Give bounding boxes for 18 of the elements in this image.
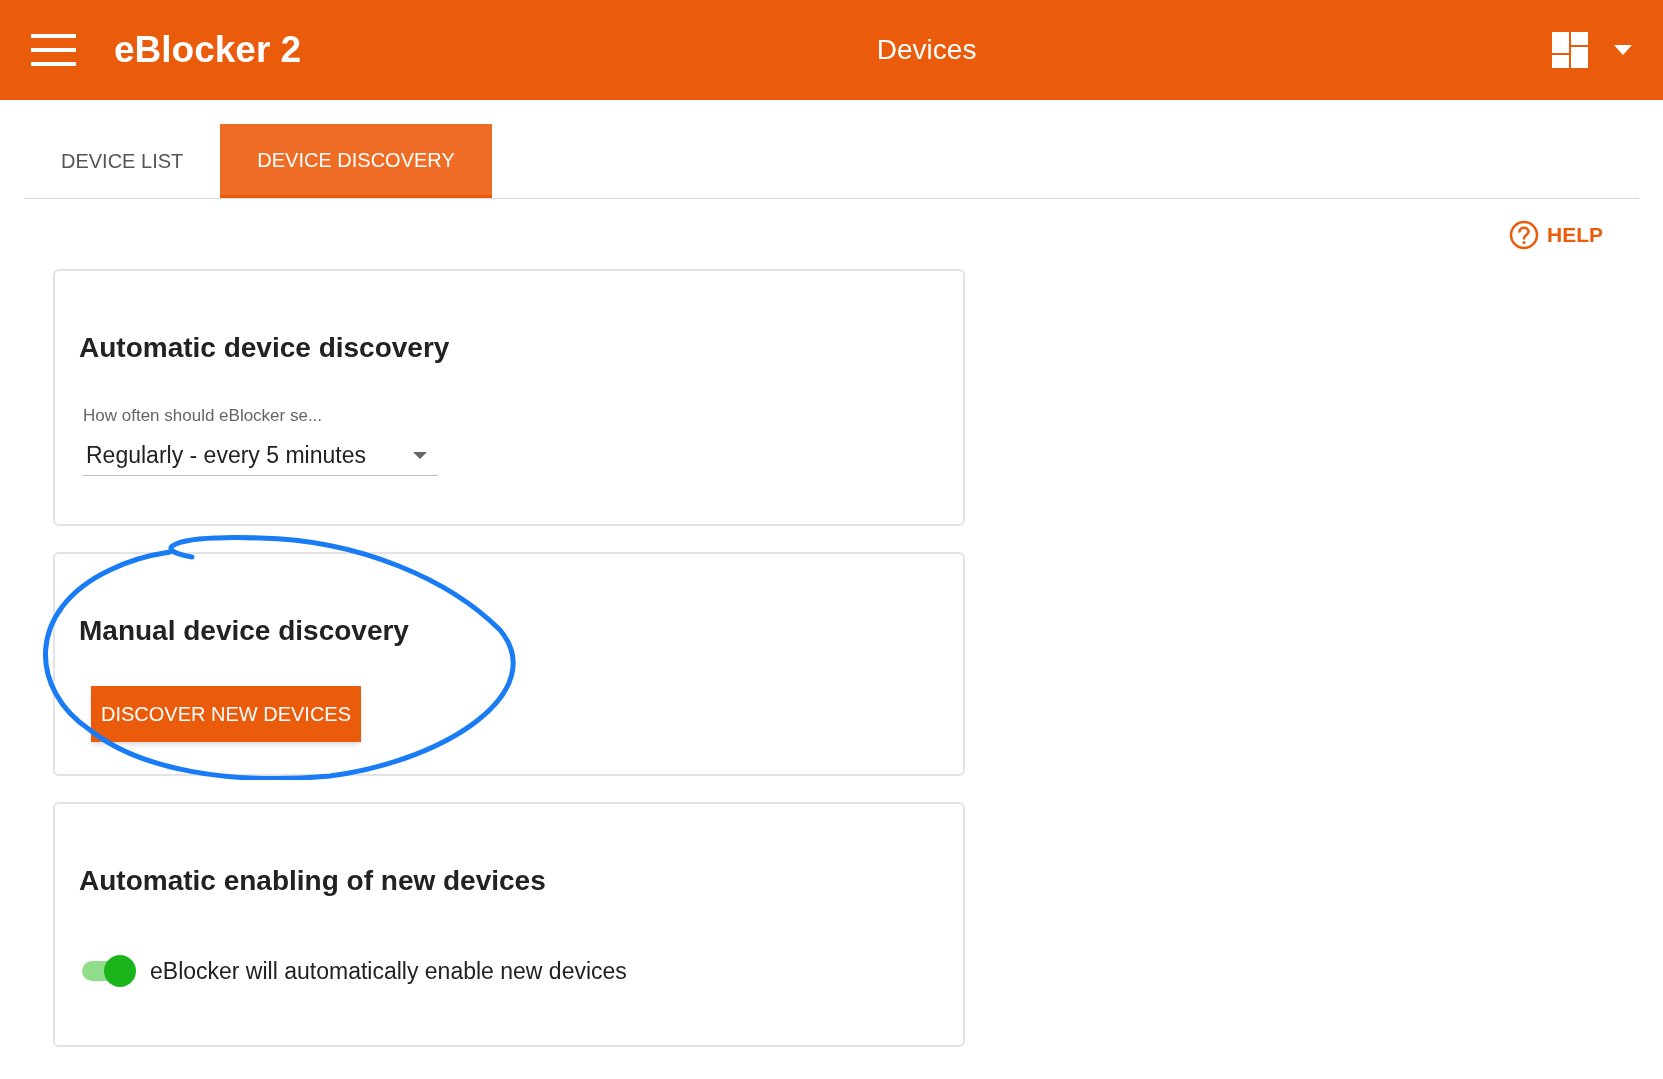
card-title: Manual device discovery	[79, 613, 410, 648]
toggle-label: eBlocker will automatically enable new devices	[150, 956, 627, 986]
field-label: How often should eBlocker se...	[83, 404, 324, 427]
toggle-switch[interactable]	[82, 954, 136, 987]
dashboard-icon[interactable]	[1552, 32, 1588, 68]
card-title: Automatic enabling of new devices	[79, 863, 547, 898]
app-title: eBlocker 2	[114, 28, 302, 73]
menu-icon[interactable]	[31, 34, 76, 66]
tab[interactable]: DEVICE DISCOVERY	[220, 124, 492, 198]
help-icon	[1509, 219, 1539, 250]
page-title: Devices	[876, 33, 977, 67]
discover-devices-button[interactable]: DISCOVER NEW DEVICES	[91, 685, 362, 742]
frequency-dropdown[interactable]: Regularly - every 5 minutes	[83, 436, 438, 476]
card-title: Automatic device discovery	[79, 330, 451, 365]
caret-icon	[413, 452, 427, 459]
help-link[interactable]: HELP	[1509, 219, 1603, 251]
caret-icon[interactable]	[1614, 45, 1632, 55]
tab[interactable]: DEVICE LIST	[24, 124, 221, 198]
